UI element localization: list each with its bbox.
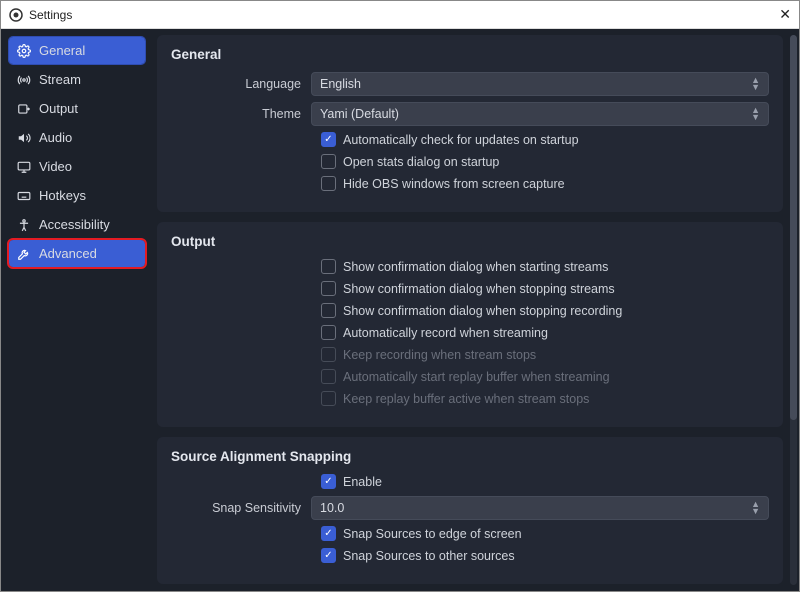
sidebar-item-accessibility[interactable]: Accessibility [9,211,145,238]
checkbox-label: Show confirmation dialog when stopping r… [343,304,622,318]
chevron-updown-icon: ▲▼ [751,107,760,121]
checkbox-keep-recording: Keep recording when stream stops [171,347,769,362]
checkbox-snapping-enable[interactable]: ✓ Enable [171,474,769,489]
language-value: English [320,77,361,91]
sidebar-item-label: Audio [39,130,72,145]
checkbox-auto-update[interactable]: ✓ Automatically check for updates on sta… [171,132,769,147]
checkbox-hide-obs[interactable]: Hide OBS windows from screen capture [171,176,769,191]
checkbox-label: Automatically record when streaming [343,326,548,340]
checkbox-label: Show confirmation dialog when starting s… [343,260,608,274]
theme-select[interactable]: Yami (Default) ▲▼ [311,102,769,126]
sidebar-item-label: Advanced [39,246,97,261]
checkbox-snap-edge[interactable]: ✓ Snap Sources to edge of screen [171,526,769,541]
checkbox-icon: ✓ [321,526,336,541]
checkbox-icon [321,325,336,340]
snap-sensitivity-value: 10.0 [320,501,344,515]
checkbox-label: Keep replay buffer active when stream st… [343,392,589,406]
checkbox-icon [321,154,336,169]
checkbox-label: Show confirmation dialog when stopping s… [343,282,615,296]
scrollbar-thumb[interactable] [790,35,797,420]
checkbox-auto-replay-buffer: Automatically start replay buffer when s… [171,369,769,384]
close-button[interactable]: ✕ [759,6,791,23]
section-output: Output Show confirmation dialog when sta… [157,222,783,427]
accessibility-icon [17,218,31,232]
sidebar-item-label: General [39,43,85,58]
stepper-updown-icon: ▲▼ [751,501,760,515]
checkbox-label: Snap Sources to other sources [343,549,515,563]
app-icon [9,8,23,22]
sidebar-item-hotkeys[interactable]: Hotkeys [9,182,145,209]
sidebar-item-advanced[interactable]: Advanced [9,240,145,267]
language-label: Language [171,77,311,91]
chevron-updown-icon: ▲▼ [751,77,760,91]
monitor-icon [17,160,31,174]
scrollbar-track[interactable] [790,35,797,585]
section-title: Source Alignment Snapping [171,449,769,464]
checkbox-label: Automatically start replay buffer when s… [343,370,610,384]
checkbox-icon: ✓ [321,474,336,489]
checkbox-label: Keep recording when stream stops [343,348,536,362]
sidebar-item-label: Stream [39,72,81,87]
sidebar-item-label: Accessibility [39,217,110,232]
language-select[interactable]: English ▲▼ [311,72,769,96]
checkbox-label: Enable [343,475,382,489]
section-general: General Language English ▲▼ Theme Yami (… [157,35,783,212]
checkbox-icon [321,369,336,384]
checkbox-keep-replay-buffer: Keep replay buffer active when stream st… [171,391,769,406]
snap-sensitivity-input[interactable]: 10.0 ▲▼ [311,496,769,520]
checkbox-label: Open stats dialog on startup [343,155,499,169]
snap-sensitivity-label: Snap Sensitivity [171,501,311,515]
settings-window: Settings ✕ General Stream Output Audio [0,0,800,592]
checkbox-icon [321,281,336,296]
checkbox-icon: ✓ [321,132,336,147]
speaker-icon [17,131,31,145]
titlebar: Settings ✕ [1,1,799,29]
checkbox-confirm-stop-recording[interactable]: Show confirmation dialog when stopping r… [171,303,769,318]
theme-value: Yami (Default) [320,107,399,121]
window-title: Settings [29,8,72,22]
checkbox-icon [321,303,336,318]
theme-label: Theme [171,107,311,121]
checkbox-icon [321,259,336,274]
section-title: General [171,47,769,62]
output-icon [17,102,31,116]
checkbox-auto-record[interactable]: Automatically record when streaming [171,325,769,340]
sidebar-item-audio[interactable]: Audio [9,124,145,151]
sidebar-item-label: Hotkeys [39,188,86,203]
sidebar-item-general[interactable]: General [9,37,145,64]
sidebar-item-label: Output [39,101,78,116]
tools-icon [17,247,31,261]
keyboard-icon [17,189,31,203]
section-title: Output [171,234,769,249]
checkbox-open-stats[interactable]: Open stats dialog on startup [171,154,769,169]
checkbox-icon: ✓ [321,548,336,563]
checkbox-icon [321,176,336,191]
main-content: General Language English ▲▼ Theme Yami (… [153,29,799,591]
section-snapping: Source Alignment Snapping ✓ Enable Snap … [157,437,783,584]
gear-icon [17,44,31,58]
sidebar: General Stream Output Audio Video Hotkey… [1,29,153,591]
sidebar-item-label: Video [39,159,72,174]
antenna-icon [17,73,31,87]
checkbox-confirm-stop-stream[interactable]: Show confirmation dialog when stopping s… [171,281,769,296]
sidebar-item-video[interactable]: Video [9,153,145,180]
sidebar-item-stream[interactable]: Stream [9,66,145,93]
checkbox-confirm-start-stream[interactable]: Show confirmation dialog when starting s… [171,259,769,274]
checkbox-label: Snap Sources to edge of screen [343,527,522,541]
checkbox-label: Automatically check for updates on start… [343,133,579,147]
checkbox-label: Hide OBS windows from screen capture [343,177,565,191]
checkbox-snap-other[interactable]: ✓ Snap Sources to other sources [171,548,769,563]
checkbox-icon [321,391,336,406]
checkbox-icon [321,347,336,362]
sidebar-item-output[interactable]: Output [9,95,145,122]
